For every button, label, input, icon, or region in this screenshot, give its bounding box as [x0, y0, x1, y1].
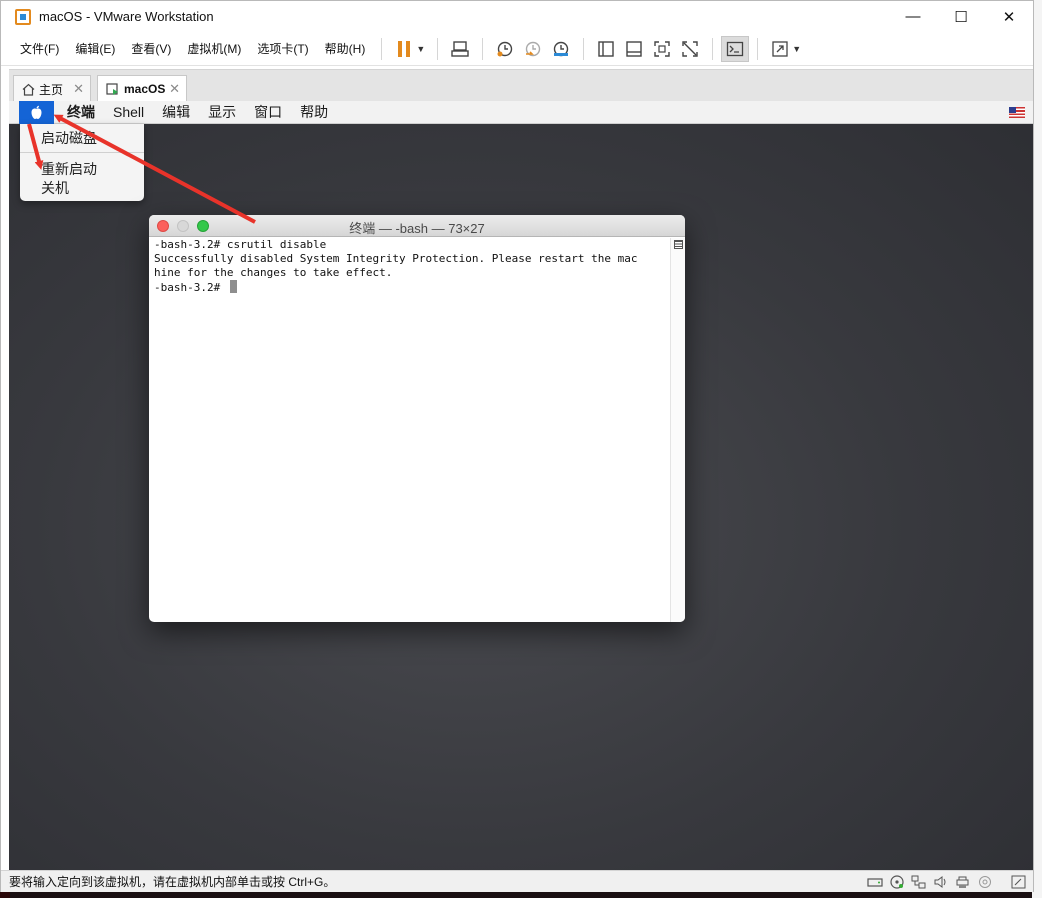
thumbnail-view-icon[interactable]	[620, 36, 648, 62]
mac-menu-edit[interactable]: 编辑	[153, 102, 199, 122]
window-controls: — ☐ ✕	[889, 1, 1033, 32]
toolbar-separator	[437, 37, 439, 60]
terminal-title: 终端 — -bash — 73×27	[349, 221, 485, 236]
menu-edit[interactable]: 编辑(E)	[67, 37, 123, 61]
tab-macos-close-icon[interactable]: ✕	[169, 81, 180, 97]
apple-menu[interactable]	[19, 101, 54, 124]
text-cursor	[229, 280, 237, 293]
menu-item-restart[interactable]: 重新启动	[41, 159, 97, 179]
close-button[interactable]: ✕	[985, 1, 1033, 32]
toolbar-separator	[583, 37, 585, 60]
usb-icon[interactable]	[976, 874, 993, 889]
apple-menu-dropdown: 启动磁盘 重新启动 关机	[20, 124, 144, 201]
tab-home[interactable]: 主页 ✕	[13, 75, 91, 102]
hard-disk-icon[interactable]	[866, 874, 883, 889]
terminal-prompt: -bash-3.2#	[154, 281, 227, 294]
tab-macos-label: macOS	[124, 82, 166, 96]
title-bar: macOS - VMware Workstation — ☐ ✕	[1, 1, 1033, 32]
tab-macos[interactable]: macOS ✕	[97, 75, 187, 102]
terminal-prompt-line: -bash-3.2#	[154, 280, 669, 295]
marks-icon[interactable]	[674, 240, 683, 249]
toolbar-separator	[712, 37, 714, 60]
terminal-line: Successfully disabled System Integrity P…	[154, 252, 638, 265]
apple-icon	[31, 105, 42, 119]
sound-icon[interactable]	[932, 874, 949, 889]
toolbar-separator	[381, 37, 383, 60]
unity-icon[interactable]	[676, 36, 704, 62]
mac-menu-help[interactable]: 帮助	[291, 102, 337, 122]
terminal-window[interactable]: 终端 — -bash — 73×27 -bash-3.2# csrutil di…	[149, 215, 685, 622]
snapshot-manager-icon[interactable]	[547, 36, 575, 62]
home-icon	[22, 83, 35, 96]
vm-icon	[106, 82, 118, 95]
cd-icon[interactable]	[888, 874, 905, 889]
mac-menu-view[interactable]: 显示	[199, 102, 245, 122]
vmware-app-icon	[15, 8, 31, 25]
terminal-title-bar[interactable]: 终端 — -bash — 73×27	[149, 215, 685, 237]
toolbar-separator	[757, 37, 759, 60]
tab-home-label: 主页	[39, 82, 64, 97]
menu-help[interactable]: 帮助(H)	[317, 37, 374, 61]
menu-file[interactable]: 文件(F)	[12, 37, 67, 61]
menu-view[interactable]: 查看(V)	[123, 37, 179, 61]
menu-divider	[20, 152, 144, 153]
mac-menubar: 终端 Shell 编辑 显示 窗口 帮助	[9, 101, 1033, 124]
tab-strip: 主页 ✕ macOS ✕	[9, 69, 1033, 102]
terminal-output[interactable]: -bash-3.2# csrutil disable Successfully d…	[154, 238, 669, 622]
maximize-button[interactable]: ☐	[937, 1, 985, 32]
menu-and-toolbar: 文件(F) 编辑(E) 查看(V) 虚拟机(M) 选项卡(T) 帮助(H) ▼	[1, 32, 1033, 66]
input-source-flag-icon[interactable]	[1009, 107, 1025, 118]
terminal-scrollbar[interactable]	[670, 238, 685, 622]
stretch-view-icon[interactable]	[766, 36, 794, 62]
menu-item-shutdown[interactable]: 关机	[41, 178, 69, 198]
vm-console[interactable]: 终端 Shell 编辑 显示 窗口 帮助 启动磁盘 重新启动 关机 终端 — -…	[9, 101, 1033, 871]
library-view-icon[interactable]	[592, 36, 620, 62]
status-message: 要将输入定向到该虚拟机，请在虚拟机内部单击或按 Ctrl+G。	[9, 875, 336, 889]
menu-tabs[interactable]: 选项卡(T)	[249, 37, 316, 61]
snapshot-revert-icon[interactable]	[519, 36, 547, 62]
console-view-icon[interactable]	[721, 35, 750, 62]
toolbar-separator	[482, 37, 484, 60]
mac-menu-terminal[interactable]: 终端	[58, 102, 104, 122]
snapshot-take-icon[interactable]	[491, 36, 519, 62]
minimize-button[interactable]: —	[889, 1, 937, 32]
terminal-line: hine for the changes to take effect.	[154, 266, 393, 279]
terminal-line: -bash-3.2# csrutil disable	[154, 238, 327, 251]
network-icon[interactable]	[910, 874, 927, 889]
device-icons	[866, 874, 1027, 889]
status-bar: 要将输入定向到该虚拟机，请在虚拟机内部单击或按 Ctrl+G。	[1, 870, 1033, 892]
window-title: macOS - VMware Workstation	[39, 9, 214, 24]
mac-menu-shell[interactable]: Shell	[104, 104, 153, 120]
printer-icon[interactable]	[954, 874, 971, 889]
menu-vm[interactable]: 虚拟机(M)	[179, 37, 249, 61]
message-icon[interactable]	[1010, 874, 1027, 889]
fullscreen-icon[interactable]	[648, 36, 676, 62]
pause-icon[interactable]	[390, 36, 418, 62]
send-ctrl-alt-del-icon[interactable]	[446, 36, 474, 62]
mac-menu-window[interactable]: 窗口	[245, 102, 291, 122]
tab-home-close-icon[interactable]: ✕	[73, 81, 84, 97]
menu-item-startup-disk[interactable]: 启动磁盘	[41, 128, 97, 148]
vmware-window: macOS - VMware Workstation — ☐ ✕ 文件(F) 编…	[0, 0, 1034, 892]
